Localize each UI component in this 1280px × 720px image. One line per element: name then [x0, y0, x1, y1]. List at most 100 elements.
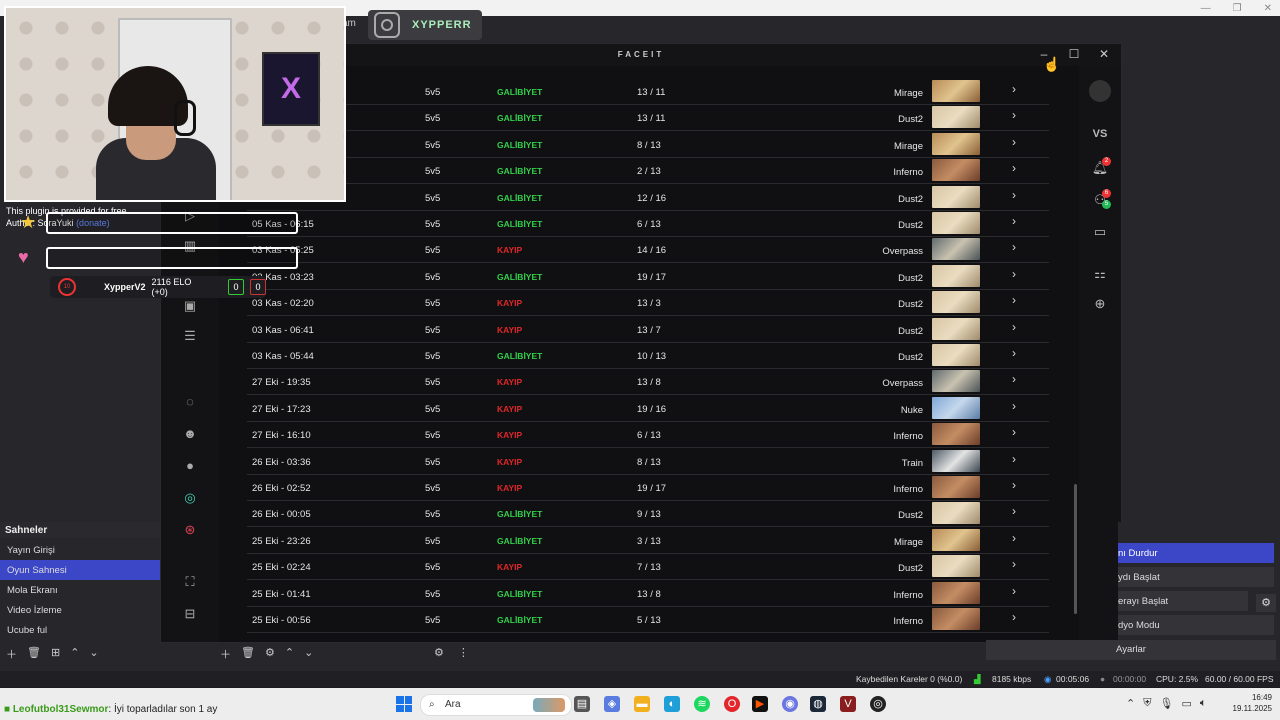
- trash-icon[interactable]: 🗑︎: [241, 646, 255, 664]
- chevron-right-icon[interactable]: ›: [1012, 108, 1016, 122]
- microphone-icon[interactable]: 🎙︎: [1159, 697, 1173, 710]
- taskbar-search[interactable]: ⌕ Ara: [420, 694, 572, 716]
- table-row[interactable]: 03 Kas - 03:23 5v5 GALİBİYET 19 / 17 Dust2 ›: [247, 263, 1049, 290]
- chevron-right-icon[interactable]: ›: [1012, 135, 1016, 149]
- table-row[interactable]: 27 Eki - 19:35 5v5 KAYIP 13 / 8 Overpass ›: [247, 368, 1049, 396]
- settings-button[interactable]: Ayarlar: [986, 640, 1276, 660]
- control-button[interactable]: dyo Modu: [1118, 615, 1274, 635]
- list-icon[interactable]: ☰: [180, 328, 200, 348]
- chevron-right-icon[interactable]: ›: [1012, 452, 1016, 466]
- edge-icon[interactable]: ◐: [664, 696, 680, 712]
- close-icon[interactable]: ✕: [1095, 47, 1113, 63]
- chevron-right-icon[interactable]: ›: [1012, 504, 1016, 518]
- scene-item[interactable]: Mola Ekranı: [0, 580, 160, 600]
- network-icon[interactable]: ▭: [1181, 697, 1191, 710]
- discord-icon[interactable]: ◉: [782, 696, 798, 712]
- vs-button[interactable]: VS: [1089, 128, 1111, 148]
- table-row[interactable]: 27 Eki - 17:23 5v5 KAYIP 19 / 16 Nuke ›: [247, 395, 1049, 422]
- chevron-right-icon[interactable]: ›: [1012, 267, 1016, 281]
- club-icon[interactable]: ☻: [180, 426, 200, 446]
- add-icon[interactable]: ⊕: [1089, 296, 1111, 316]
- table-row[interactable]: 5v5 GALİBİYET 8 / 13 Mirage ›: [247, 131, 1049, 158]
- control-button[interactable]: erayı Başlat: [1118, 591, 1248, 611]
- table-row[interactable]: 26 Eki - 00:05 5v5 GALİBİYET 9 / 13 Dust2 ›: [247, 500, 1049, 528]
- add-icon[interactable]: ＋: [220, 646, 231, 664]
- chevron-right-icon[interactable]: ›: [1012, 557, 1016, 571]
- refresh-icon[interactable]: ◌: [180, 394, 200, 414]
- chevron-up-icon[interactable]: ⌃: [1126, 697, 1135, 710]
- faceit-icon[interactable]: ▶: [752, 696, 768, 712]
- scene-item[interactable]: Video İzleme: [0, 600, 160, 620]
- control-button[interactable]: nı Durdur: [1118, 543, 1274, 563]
- chevron-right-icon[interactable]: ›: [1012, 240, 1016, 254]
- chat-icon[interactable]: ▭: [1089, 224, 1111, 244]
- user-icon[interactable]: ●: [180, 458, 200, 478]
- avatar[interactable]: [1089, 80, 1111, 102]
- table-row[interactable]: 25 Eki - 02:24 5v5 KAYIP 7 / 13 Dust2 ›: [247, 553, 1049, 581]
- fullscreen-icon[interactable]: ⛶: [180, 574, 200, 594]
- clock[interactable]: 16:49 19.11.2025: [1233, 692, 1272, 714]
- valorant-icon[interactable]: V: [840, 696, 856, 712]
- chevron-right-icon[interactable]: ›: [1012, 478, 1016, 492]
- table-row[interactable]: 25 Eki - 00:56 5v5 GALİBİYET 5 / 13 Inferno ›: [247, 606, 1049, 633]
- close-icon[interactable]: ✕: [1264, 3, 1272, 14]
- advanced-audio-icon[interactable]: ⚙: [434, 646, 444, 664]
- table-row[interactable]: 5v5 GALİBİYET 13 / 11 Dust2 ›: [247, 104, 1049, 132]
- table-row[interactable]: 25 Eki - 01:41 5v5 GALİBİYET 13 / 8 Inferno ›: [247, 580, 1049, 607]
- table-row[interactable]: 25 Eki - 23:26 5v5 GALİBİYET 3 / 13 Mirage ›: [247, 527, 1049, 554]
- maximize-icon[interactable]: ❐: [1233, 3, 1242, 14]
- down-icon[interactable]: ⌄: [89, 646, 98, 664]
- shield-icon[interactable]: ⛨: [1143, 697, 1151, 710]
- steam-icon[interactable]: ◍: [810, 696, 826, 712]
- anticheat-icon[interactable]: ◎: [180, 490, 200, 510]
- chevron-right-icon[interactable]: ›: [1012, 346, 1016, 360]
- chevron-right-icon[interactable]: ›: [1012, 320, 1016, 334]
- chevron-right-icon[interactable]: ›: [1012, 584, 1016, 598]
- chevron-right-icon[interactable]: ›: [1012, 610, 1016, 624]
- copilot-icon[interactable]: ◈: [604, 696, 620, 712]
- add-icon[interactable]: ＋: [6, 646, 17, 664]
- hub-icon[interactable]: ⊛: [180, 522, 200, 542]
- obs-icon[interactable]: ◎: [870, 696, 886, 712]
- scene-item[interactable]: Yayın Girişi: [0, 540, 160, 560]
- gear-icon[interactable]: ⚙: [265, 646, 275, 664]
- scene-item[interactable]: Oyun Sahnesi: [0, 560, 160, 580]
- chevron-right-icon[interactable]: ›: [1012, 214, 1016, 228]
- chevron-right-icon[interactable]: ›: [1012, 399, 1016, 413]
- table-row[interactable]: 03 Kas - 02:20 5v5 KAYIP 13 / 3 Dust2 ›: [247, 289, 1049, 317]
- chevron-right-icon[interactable]: ›: [1012, 425, 1016, 439]
- minimize-icon[interactable]: —: [1201, 3, 1211, 14]
- spotify-icon[interactable]: ≋: [694, 696, 710, 712]
- task-view-icon[interactable]: ▤: [574, 696, 590, 712]
- control-button[interactable]: ydı Başlat: [1118, 567, 1274, 587]
- trash-icon[interactable]: 🗑︎: [27, 646, 41, 664]
- table-row[interactable]: 03 Kas - 05:44 5v5 GALİBİYET 10 / 13 Dust2 ›: [247, 342, 1049, 369]
- scene-item[interactable]: Ucube ful: [0, 620, 160, 640]
- table-row[interactable]: 5v5 GALİBİYET 2 / 13 Inferno ›: [247, 157, 1049, 185]
- table-row[interactable]: 26 Eki - 03:36 5v5 KAYIP 8 / 13 Train ›: [247, 448, 1049, 475]
- bell-icon[interactable]: 🔔︎ 2: [1089, 157, 1111, 180]
- opera-icon[interactable]: O: [724, 696, 740, 712]
- windows-start-icon[interactable]: [396, 696, 412, 712]
- menu-dots-icon[interactable]: ⋮: [458, 646, 469, 664]
- table-row[interactable]: 05 Kas - 06:15 5v5 GALİBİYET 6 / 13 Dust2 ›: [247, 210, 1049, 237]
- table-row[interactable]: 03 Kas - 05:25 5v5 KAYIP 14 / 16 Overpass ›: [247, 236, 1049, 264]
- party-icon[interactable]: ⚏: [1089, 266, 1111, 286]
- table-row[interactable]: 5v5 GALİBİYET 13 / 11 Mirage ›: [247, 78, 1049, 105]
- up-icon[interactable]: ⌃: [70, 646, 79, 664]
- maximize-icon[interactable]: ☐: [1065, 47, 1083, 63]
- down-icon[interactable]: ⌄: [304, 646, 313, 664]
- shop-icon[interactable]: ⊟: [180, 606, 200, 626]
- table-row[interactable]: 03 Kas - 06:41 5v5 KAYIP 13 / 7 Dust2 ›: [247, 316, 1049, 343]
- table-row[interactable]: 5v5 GALİBİYET 12 / 16 Dust2 ›: [247, 184, 1049, 211]
- filter-icon[interactable]: ⊞: [51, 646, 60, 664]
- gear-icon[interactable]: ⚙: [1256, 594, 1276, 612]
- chevron-right-icon[interactable]: ›: [1012, 293, 1016, 307]
- chevron-right-icon[interactable]: ›: [1012, 372, 1016, 386]
- chevron-right-icon[interactable]: ›: [1012, 161, 1016, 175]
- video-icon[interactable]: ▣: [180, 298, 200, 318]
- chevron-right-icon[interactable]: ›: [1012, 82, 1016, 96]
- chevron-right-icon[interactable]: ›: [1012, 531, 1016, 545]
- friends-icon[interactable]: ⚇ 6 5: [1089, 189, 1111, 212]
- file-explorer-icon[interactable]: ▬: [634, 696, 650, 712]
